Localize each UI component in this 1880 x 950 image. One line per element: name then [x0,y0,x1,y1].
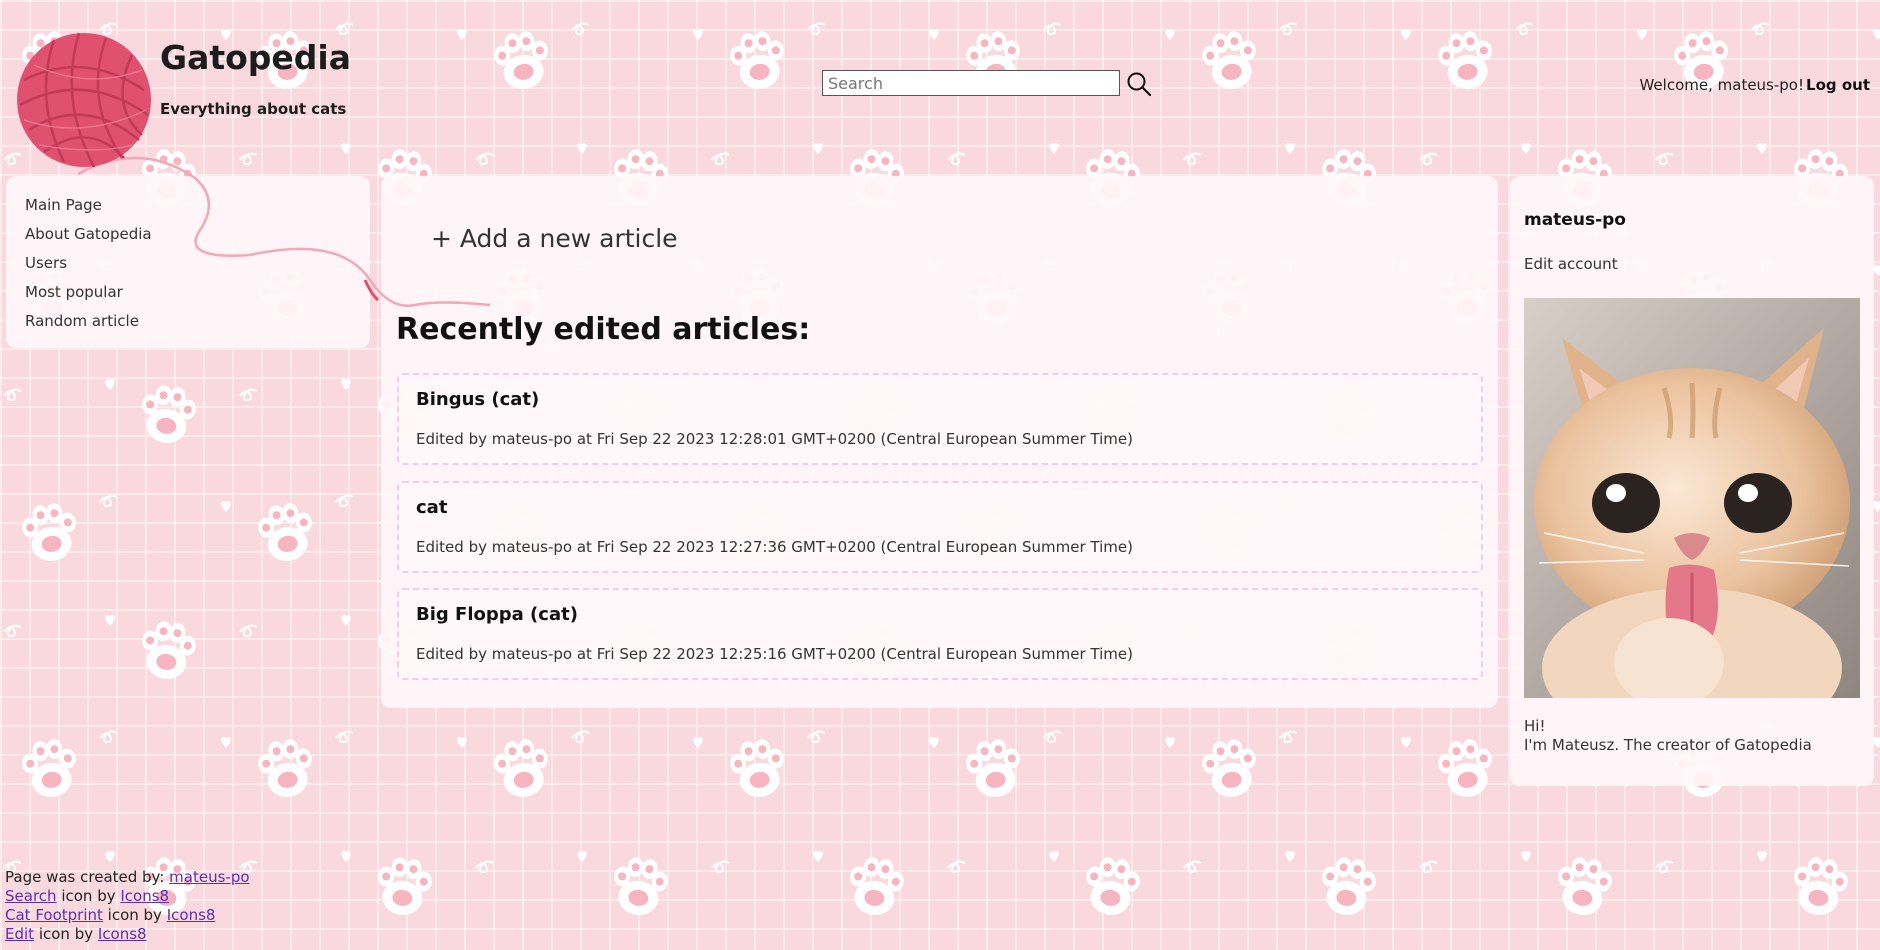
footer-created-by: Page was created by: mateus-po [5,868,250,887]
search-input[interactable] [822,70,1120,96]
article-title-link[interactable]: Bingus (cat) [416,389,539,410]
footer-icons8-link[interactable]: Icons8 [120,887,169,905]
logout-link[interactable]: Log out [1806,76,1870,94]
search-button[interactable] [1126,71,1152,97]
article-edit-meta: Edited by mateus-po at Fri Sep 22 2023 1… [416,538,1133,556]
footer-search-credit: Search icon by Icons8 [5,887,250,906]
article-edit-meta: Edited by mateus-po at Fri Sep 22 2023 1… [416,645,1133,663]
article-card: Big Floppa (cat) Edited by mateus-po at … [397,588,1483,680]
article-edit-meta: Edited by mateus-po at Fri Sep 22 2023 1… [416,430,1133,448]
footer-author-link[interactable]: mateus-po [169,868,249,886]
yarn-ball-logo[interactable] [14,30,154,180]
welcome-message: Welcome, mateus-po! [1639,76,1804,94]
profile-bio: Hi! I'm Mateusz. The creator of Gatopedi… [1524,717,1812,755]
site-title[interactable]: Gatopedia [160,38,351,77]
footer-icons8-link[interactable]: Icons8 [98,925,147,943]
article-card: Bingus (cat) Edited by mateus-po at Fri … [397,373,1483,465]
edit-account-link[interactable]: Edit account [1524,255,1618,273]
bio-greeting: Hi! [1524,717,1546,735]
footer-footprint-credit: Cat Footprint icon by Icons8 [5,906,250,925]
article-title-link[interactable]: cat [416,497,447,518]
footer-icon-by-text: icon by [107,906,162,924]
footer-icons8-link[interactable]: Icons8 [167,906,216,924]
footer-cat-footprint-link[interactable]: Cat Footprint [5,906,103,924]
profile-username: mateus-po [1524,210,1626,230]
footer-search-icon-link[interactable]: Search [5,887,57,905]
profile-photo [1524,298,1860,698]
article-title-link[interactable]: Big Floppa (cat) [416,604,578,625]
bio-description: I'm Mateusz. The creator of Gatopedia [1524,736,1812,754]
yarn-ball-icon [17,32,151,168]
cat-photo-image [1524,298,1860,698]
site-tagline: Everything about cats [160,100,347,118]
footer-created-by-label: Page was created by: [5,868,165,886]
footer-icon-by-text: icon by [61,887,116,905]
user-profile-panel: mateus-po Edit account Hi! I'm Mateusz. … [1510,176,1874,786]
article-card: cat Edited by mateus-po at Fri Sep 22 20… [397,481,1483,573]
search-icon [1127,72,1152,97]
main-content: + Add a new article Recently edited arti… [381,176,1498,708]
footer-icon-by-text: icon by [38,925,94,943]
footer-edit-icon-link[interactable]: Edit [5,925,34,943]
footer-credits: Page was created by: mateus-po Search ic… [5,868,250,944]
footer-edit-credit: Edit icon by Icons8 [5,925,250,944]
